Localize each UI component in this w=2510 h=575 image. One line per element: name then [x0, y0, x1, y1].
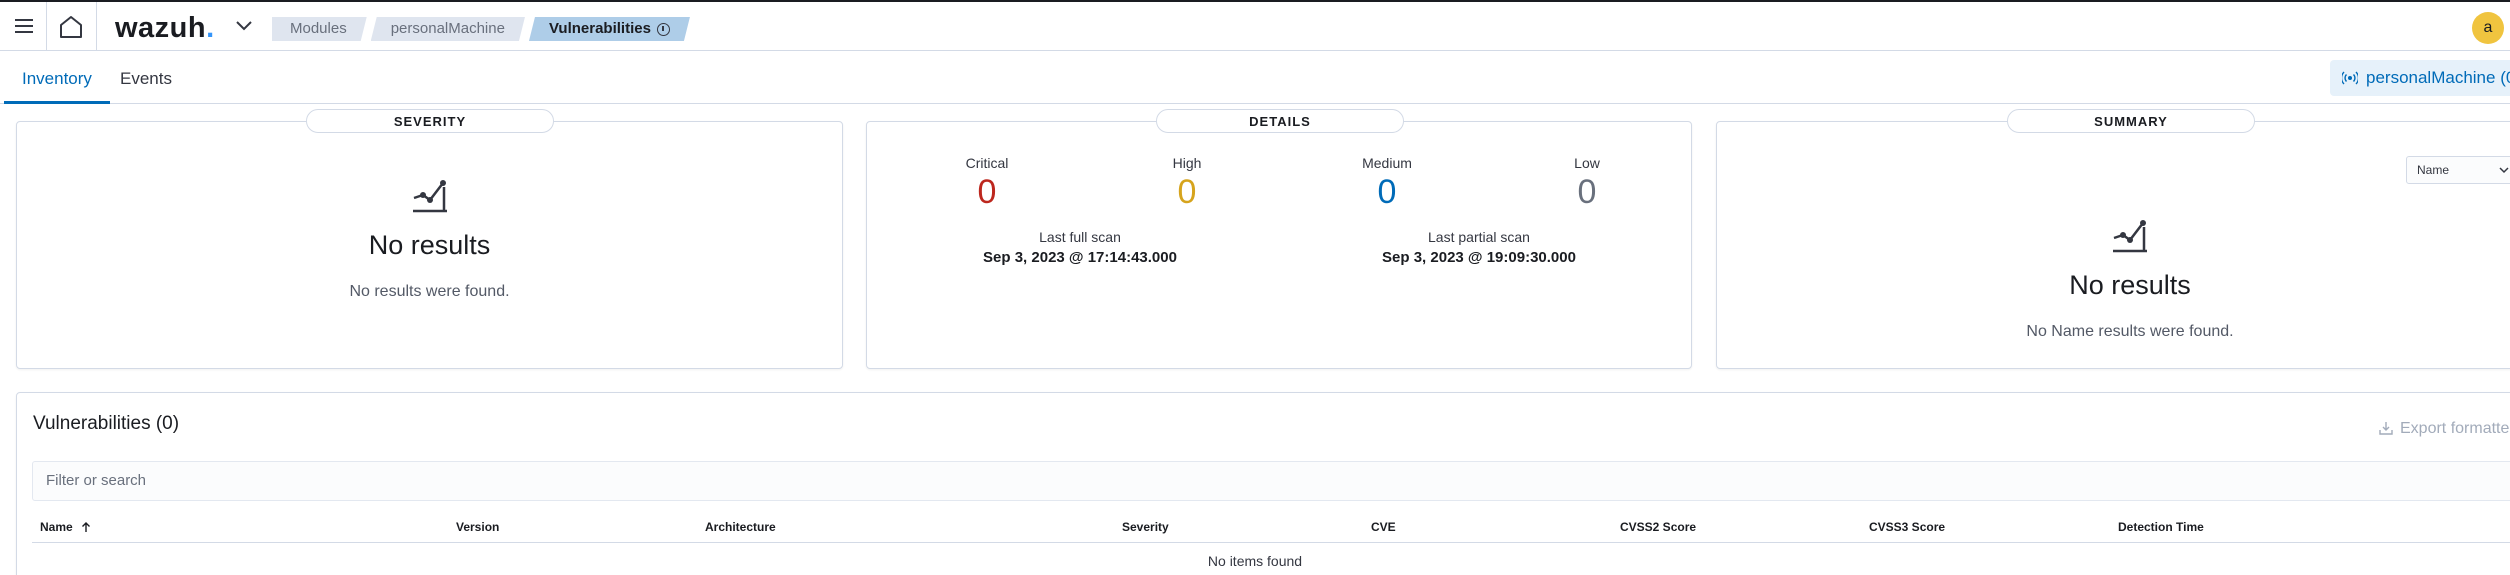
broadcast-icon: [2340, 71, 2360, 85]
column-header-cve[interactable]: CVE: [1371, 520, 1396, 534]
chart-icon: [2113, 220, 2147, 253]
empty-description: No Name results were found.: [2026, 323, 2234, 340]
agent-button[interactable]: personalMachine (001): [2330, 60, 2510, 96]
sort-up-icon: [82, 522, 91, 532]
stat-critical: Critical 0: [937, 155, 1037, 212]
column-header-severity[interactable]: Severity: [1122, 520, 1169, 534]
stat-value[interactable]: 0: [937, 173, 1037, 212]
export-button[interactable]: Export formatted: [2378, 420, 2510, 438]
column-header-architecture[interactable]: Architecture: [705, 520, 776, 534]
stat-value[interactable]: 0: [1537, 173, 1637, 212]
menu-icon[interactable]: [12, 14, 36, 38]
divider: [46, 2, 47, 51]
tab-inventory[interactable]: Inventory: [4, 52, 110, 104]
divider: [96, 2, 97, 51]
breadcrumb-vulnerabilities: Vulnerabilities: [529, 17, 690, 41]
info-icon[interactable]: [657, 23, 670, 36]
stat-high: High 0: [1137, 155, 1237, 212]
last-partial-scan: Last partial scan Sep 3, 2023 @ 19:09:30…: [1329, 229, 1629, 266]
avatar[interactable]: a: [2472, 12, 2504, 44]
table-title: Vulnerabilities (0): [33, 413, 180, 434]
chart-icon: [412, 180, 447, 213]
scan-value: Sep 3, 2023 @ 17:14:43.000: [983, 249, 1177, 266]
empty-title: No results: [2069, 270, 2191, 300]
tab-events[interactable]: Events: [102, 52, 190, 104]
panel-title: DETAILS: [1156, 109, 1404, 133]
scan-value: Sep 3, 2023 @ 19:09:30.000: [1382, 249, 1576, 266]
tabs-bar: Inventory Events personalMachine (001): [0, 52, 2510, 104]
empty-title: No results: [368, 230, 491, 260]
field-select[interactable]: Name: [2406, 156, 2510, 184]
summary-panel: SUMMARY No results No Name results were …: [1716, 109, 2510, 369]
field-select-value: Name: [2417, 163, 2450, 177]
breadcrumb-agent[interactable]: personalMachine: [371, 17, 525, 41]
column-header-name[interactable]: Name: [40, 520, 92, 534]
breadcrumb: Modules personalMachine Vulnerabilities: [272, 17, 694, 41]
wazuh-logo[interactable]: wazuh.: [115, 12, 215, 45]
download-icon: [2379, 422, 2393, 435]
panel-title: SUMMARY: [2007, 109, 2255, 133]
top-header: wazuh. Modules personalMachine Vulnerabi…: [0, 0, 2510, 51]
empty-description: No results were found.: [349, 283, 510, 300]
breadcrumb-label: Vulnerabilities: [548, 20, 651, 37]
severity-panel: SEVERITY No results No results were foun…: [16, 109, 843, 369]
column-label: Name: [40, 520, 73, 534]
scan-label: Last full scan: [1039, 229, 1121, 245]
table-header-divider: [32, 542, 2510, 543]
agent-button-label: personalMachine (001): [2366, 68, 2510, 87]
column-header-detection-time[interactable]: Detection Time: [2118, 520, 2204, 534]
search-input[interactable]: Filter or search: [32, 461, 2510, 501]
stat-label: High: [1172, 155, 1202, 171]
chevron-down-icon: [2499, 167, 2509, 174]
panel-title: SEVERITY: [306, 109, 554, 133]
empty-state: No results No results were found.: [17, 177, 842, 301]
stat-value[interactable]: 0: [1137, 173, 1237, 212]
last-full-scan: Last full scan Sep 3, 2023 @ 17:14:43.00…: [930, 229, 1230, 266]
stat-value[interactable]: 0: [1337, 173, 1437, 212]
empty-state: No results No Name results were found.: [1717, 217, 2510, 341]
empty-table-message: No items found: [1207, 553, 1303, 569]
column-header-version[interactable]: Version: [456, 520, 499, 534]
stat-low: Low 0: [1537, 155, 1637, 212]
stat-label: Low: [1574, 155, 1600, 171]
stat-label: Medium: [1362, 155, 1412, 171]
export-label: Export formatted: [2400, 420, 2510, 437]
details-panel: DETAILS Critical 0 High 0 Medium 0 Low 0…: [866, 109, 1692, 369]
stat-medium: Medium 0: [1337, 155, 1437, 212]
stat-label: Critical: [965, 155, 1009, 171]
home-icon[interactable]: [58, 14, 84, 40]
scan-label: Last partial scan: [1428, 229, 1530, 245]
column-header-cvss2[interactable]: CVSS2 Score: [1620, 520, 1696, 534]
breadcrumb-modules[interactable]: Modules: [272, 17, 367, 41]
chevron-down-icon[interactable]: [234, 18, 254, 34]
column-header-cvss3[interactable]: CVSS3 Score: [1869, 520, 1945, 534]
